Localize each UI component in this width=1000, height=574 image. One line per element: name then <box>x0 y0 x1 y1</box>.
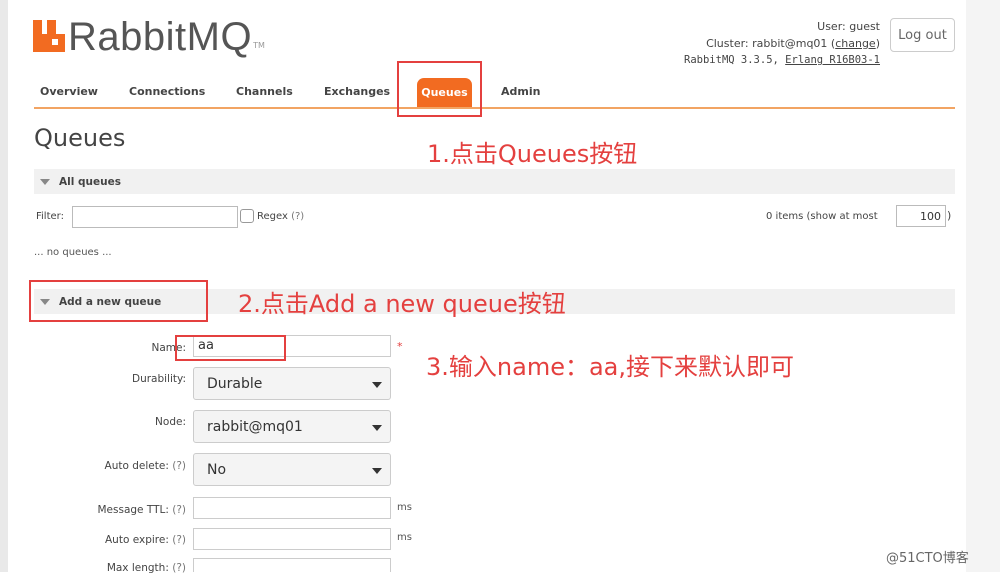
tab-exchanges[interactable]: Exchanges <box>324 85 390 98</box>
tab-connections[interactable]: Connections <box>129 85 205 98</box>
max-length-label-text: Max length: <box>106 562 169 574</box>
logo-trademark: TM <box>253 41 265 50</box>
auto-expire-input[interactable] <box>193 528 391 550</box>
durability-select[interactable]: Durable <box>193 367 391 400</box>
collapse-triangle-icon <box>40 178 50 185</box>
node-select[interactable]: rabbit@mq01 <box>193 410 391 443</box>
all-queues-label: All queues <box>59 175 121 188</box>
annotation-step1: 1.点击Queues按钮 <box>427 140 638 168</box>
dropdown-arrow-icon <box>372 468 382 474</box>
regex-help[interactable]: (?) <box>291 211 304 222</box>
message-ttl-label: Message TTL: (?) <box>36 504 186 516</box>
regex-label-text: Regex <box>257 211 288 222</box>
logo-text: RabbitMQ <box>68 15 253 59</box>
user-label: User: <box>817 20 846 33</box>
node-value: rabbit@mq01 <box>207 418 303 435</box>
max-length-help[interactable]: (?) <box>172 562 186 574</box>
page-title: Queues <box>34 124 126 152</box>
max-items-input[interactable]: 100 <box>896 205 946 227</box>
user-name: guest <box>849 20 880 33</box>
auto-delete-label-text: Auto delete: <box>104 460 169 472</box>
node-label: Node: <box>155 416 186 428</box>
dropdown-arrow-icon <box>372 382 382 388</box>
required-mark: * <box>397 340 403 353</box>
logout-button[interactable]: Log out <box>890 18 955 52</box>
filter-input[interactable] <box>72 206 238 228</box>
message-ttl-help[interactable]: (?) <box>172 504 186 516</box>
dropdown-arrow-icon <box>372 425 382 431</box>
annotation-box-queues <box>397 61 482 117</box>
auto-expire-label: Auto expire: (?) <box>36 534 186 546</box>
durability-value: Durable <box>207 375 263 392</box>
annotation-step2: 2.点击Add a new queue按钮 <box>238 290 566 318</box>
rabbitmq-logo: RabbitMQ TM <box>33 15 265 59</box>
window-right-edge <box>966 0 1000 572</box>
max-length-input[interactable] <box>193 558 391 572</box>
version-line: RabbitMQ 3.3.5, Erlang R16B03-1 <box>684 52 880 69</box>
regex-label: Regex (?) <box>257 211 304 222</box>
rabbitmq-version: RabbitMQ 3.3.5, <box>684 54 779 66</box>
cluster-label: Cluster: <box>706 37 749 50</box>
main-nav: Overview Connections Channels Exchanges … <box>34 78 955 109</box>
header-info: User: guest Cluster: rabbit@mq01 (change… <box>684 18 880 69</box>
auto-delete-value: No <box>207 461 227 478</box>
items-count-text: 0 items (show at most <box>766 211 878 222</box>
tab-admin[interactable]: Admin <box>501 85 540 98</box>
no-queues-text: ... no queues ... <box>34 247 112 258</box>
auto-expire-label-text: Auto expire: <box>105 534 169 546</box>
annotation-box-add-queue <box>29 280 208 322</box>
annotation-step3: 3.输入name：aa,接下来默认即可 <box>426 353 795 381</box>
auto-delete-help[interactable]: (?) <box>172 460 186 472</box>
cluster-line: Cluster: rabbit@mq01 (change) <box>706 37 880 50</box>
max-length-label: Max length: (?) <box>36 562 186 574</box>
message-ttl-label-text: Message TTL: <box>97 504 169 516</box>
auto-expire-unit: ms <box>397 532 412 543</box>
items-close-paren: ) <box>947 209 952 222</box>
regex-checkbox[interactable] <box>240 209 254 223</box>
annotation-box-name <box>175 335 286 361</box>
filter-label: Filter: <box>36 211 64 222</box>
all-queues-section-header[interactable]: All queues <box>34 169 955 194</box>
name-label: Name: <box>151 342 186 354</box>
tab-overview[interactable]: Overview <box>40 85 98 98</box>
message-ttl-unit: ms <box>397 502 412 513</box>
cluster-name: rabbit@mq01 <box>752 37 828 50</box>
watermark: @51CTO博客 <box>886 551 969 566</box>
tab-channels[interactable]: Channels <box>236 85 293 98</box>
rabbitmq-logo-icon <box>33 20 65 54</box>
user-line: User: guest <box>684 18 880 35</box>
erlang-version-link[interactable]: Erlang R16B03-1 <box>785 54 880 66</box>
auto-delete-select[interactable]: No <box>193 453 391 486</box>
change-cluster-link[interactable]: change <box>835 37 875 50</box>
auto-delete-label: Auto delete: (?) <box>36 460 186 472</box>
window-left-edge <box>0 0 8 572</box>
message-ttl-input[interactable] <box>193 497 391 519</box>
auto-expire-help[interactable]: (?) <box>172 534 186 546</box>
durability-label: Durability: <box>131 373 186 385</box>
